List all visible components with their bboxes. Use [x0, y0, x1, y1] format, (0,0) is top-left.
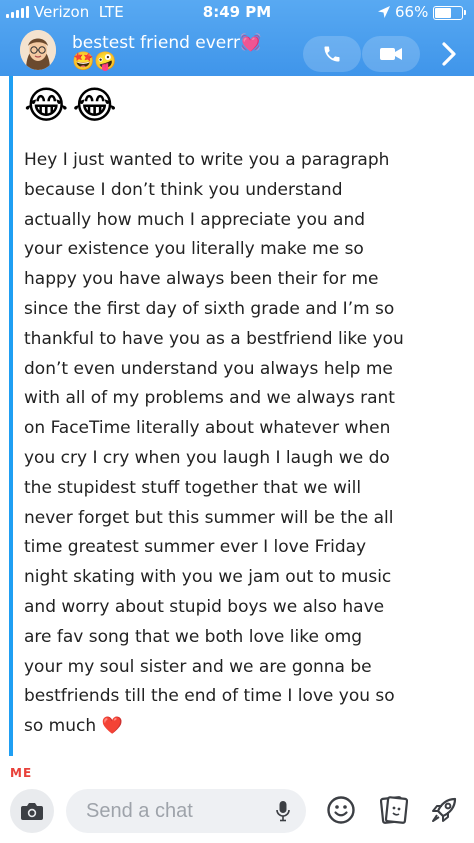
chevron-right-icon[interactable] — [438, 40, 460, 68]
smiley-icon — [327, 796, 355, 824]
video-camera-icon — [380, 48, 402, 60]
message-text[interactable]: Hey I just wanted to write you a paragra… — [24, 146, 464, 742]
message-line: actually how much I appreciate you and — [24, 209, 366, 230]
avatar[interactable] — [20, 30, 56, 70]
battery-icon — [433, 6, 466, 20]
message-line: happy you have always been their for me — [24, 269, 379, 290]
rocket-icon — [432, 797, 457, 822]
message-area[interactable]: 😂😂 Hey I just wanted to write you a para… — [0, 76, 474, 780]
battery-fill — [435, 8, 452, 18]
games-button[interactable] — [427, 793, 461, 827]
message-line: never forget but this summer will be the… — [24, 507, 394, 528]
message-line: time greatest summer ever I love Friday — [24, 537, 367, 558]
camera-icon — [21, 803, 43, 820]
phone-icon — [324, 46, 340, 62]
battery-percent: 66% — [395, 3, 429, 21]
message-line: on FaceTime literally about whatever whe… — [24, 418, 391, 439]
bitmoji-button[interactable] — [324, 793, 358, 827]
message-line: your my soul sister and we are gonna be — [24, 656, 372, 677]
bitmoji-avatar-icon — [20, 30, 56, 70]
message-line: because I don’t think you understand — [24, 179, 343, 200]
location-arrow-icon — [378, 6, 390, 18]
message-line: the stupidest stuff together that we wil… — [24, 477, 362, 498]
sticker-button[interactable] — [377, 793, 411, 827]
status-bar: Verizon LTE 8:49 PM 66% — [0, 0, 474, 26]
chat-input-container[interactable] — [66, 789, 306, 833]
camera-button[interactable] — [10, 789, 54, 833]
message-sender-bar — [9, 76, 13, 756]
message-line: so much ❤️ — [24, 716, 123, 737]
chat-title[interactable]: bestest friend everr💓 — [72, 33, 261, 53]
message-line: with all of my problems and we always ra… — [24, 388, 395, 409]
sticker-icon — [380, 796, 408, 824]
message-line: don’t even understand you always help me — [24, 358, 393, 379]
microphone-icon[interactable] — [276, 800, 290, 822]
message-line: you cry I cry when you laugh I laugh we … — [24, 447, 390, 468]
chat-input-bar — [0, 777, 474, 843]
message-line: and worry about stupid boys we also have — [24, 596, 385, 617]
chat-header: Verizon LTE 8:49 PM 66% bestest friend e… — [0, 0, 474, 76]
message-line: are fav song that we both love like omg — [24, 626, 363, 647]
chat-input[interactable] — [86, 799, 266, 823]
message-line: bestfriends till the end of time I love … — [24, 686, 395, 707]
message-line: thankful to have you as a bestfriend lik… — [24, 328, 404, 349]
voice-call-button[interactable] — [303, 36, 361, 72]
message-line: Hey I just wanted to write you a paragra… — [24, 150, 390, 170]
video-call-button[interactable] — [362, 36, 420, 72]
message-line: since the first day of sixth grade and I… — [24, 298, 395, 319]
message-line: your existence you literally make me so — [24, 239, 364, 260]
chat-subtitle-emojis: 🤩🤪 — [72, 51, 117, 72]
message-line: night skating with you we jam out to mus… — [24, 567, 392, 588]
message-emojis: 😂😂 — [24, 83, 121, 127]
